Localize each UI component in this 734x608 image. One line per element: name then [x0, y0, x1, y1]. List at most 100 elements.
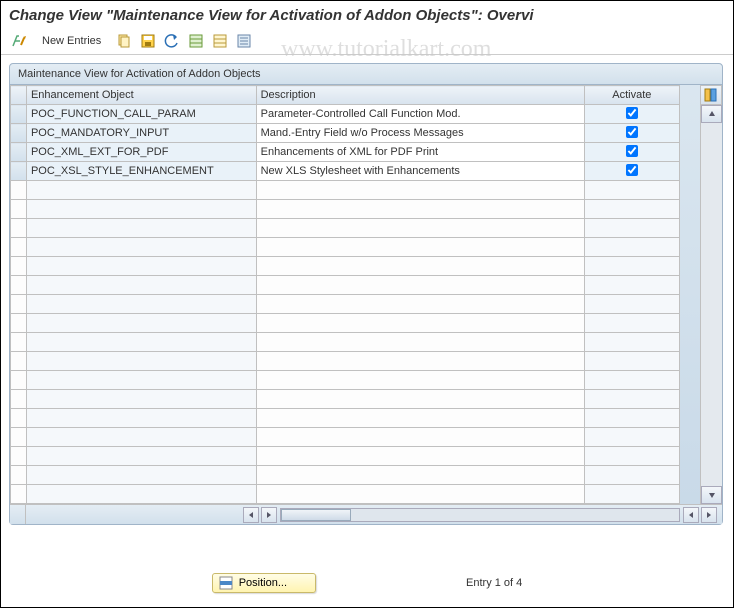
table-row[interactable] [11, 200, 680, 219]
table-row[interactable] [11, 447, 680, 466]
row-indicator[interactable] [11, 257, 27, 276]
cell-activate[interactable] [584, 200, 680, 219]
cell-description[interactable] [256, 181, 584, 200]
cell-activate[interactable] [584, 485, 680, 504]
select-all-icon[interactable] [186, 31, 206, 51]
cell-description[interactable] [256, 295, 584, 314]
scroll-up-icon[interactable] [701, 105, 722, 123]
table-row[interactable] [11, 485, 680, 504]
scroll-down-icon[interactable] [701, 486, 722, 504]
cell-description[interactable]: Parameter-Controlled Call Function Mod. [256, 105, 584, 124]
row-indicator[interactable] [11, 371, 27, 390]
table-row[interactable] [11, 352, 680, 371]
row-indicator[interactable] [11, 333, 27, 352]
row-indicator[interactable] [11, 181, 27, 200]
hscroll-left2-icon[interactable] [683, 507, 699, 523]
table-row[interactable] [11, 276, 680, 295]
table-settings-icon[interactable] [700, 85, 722, 105]
row-indicator[interactable] [11, 447, 27, 466]
cell-enhancement-object[interactable] [26, 181, 256, 200]
table-row[interactable] [11, 238, 680, 257]
row-indicator[interactable] [11, 485, 27, 504]
cell-enhancement-object[interactable]: POC_XML_EXT_FOR_PDF [26, 143, 256, 162]
cell-enhancement-object[interactable]: POC_XSL_STYLE_ENHANCEMENT [26, 162, 256, 181]
cell-activate[interactable] [584, 257, 680, 276]
row-indicator[interactable] [11, 409, 27, 428]
cell-description[interactable] [256, 409, 584, 428]
cell-description[interactable] [256, 219, 584, 238]
deselect-all-icon[interactable] [210, 31, 230, 51]
cell-enhancement-object[interactable] [26, 466, 256, 485]
cell-enhancement-object[interactable] [26, 257, 256, 276]
cell-activate[interactable] [584, 333, 680, 352]
row-indicator[interactable] [11, 276, 27, 295]
row-indicator[interactable] [11, 105, 27, 124]
row-indicator[interactable] [11, 200, 27, 219]
cell-description[interactable]: New XLS Stylesheet with Enhancements [256, 162, 584, 181]
cell-activate[interactable] [584, 143, 680, 162]
position-button[interactable]: Position... [212, 573, 316, 593]
row-indicator[interactable] [11, 390, 27, 409]
activate-checkbox[interactable] [626, 107, 638, 119]
row-indicator[interactable] [11, 428, 27, 447]
save-icon[interactable] [138, 31, 158, 51]
row-indicator[interactable] [11, 238, 27, 257]
cell-activate[interactable] [584, 390, 680, 409]
col-header-description[interactable]: Description [256, 86, 584, 105]
cell-enhancement-object[interactable] [26, 333, 256, 352]
cell-activate[interactable] [584, 447, 680, 466]
cell-enhancement-object[interactable] [26, 295, 256, 314]
cell-description[interactable] [256, 314, 584, 333]
cell-activate[interactable] [584, 219, 680, 238]
row-indicator[interactable] [11, 219, 27, 238]
table-row[interactable] [11, 219, 680, 238]
cell-description[interactable] [256, 200, 584, 219]
print-icon[interactable] [234, 31, 254, 51]
table-row[interactable] [11, 295, 680, 314]
table-row[interactable]: POC_XML_EXT_FOR_PDFEnhancements of XML f… [11, 143, 680, 162]
activate-checkbox[interactable] [626, 164, 638, 176]
table-row[interactable] [11, 257, 680, 276]
other-view-icon[interactable] [9, 31, 29, 51]
row-indicator[interactable] [11, 143, 27, 162]
cell-activate[interactable] [584, 181, 680, 200]
cell-enhancement-object[interactable] [26, 238, 256, 257]
cell-description[interactable] [256, 333, 584, 352]
cell-enhancement-object[interactable] [26, 276, 256, 295]
cell-description[interactable] [256, 352, 584, 371]
cell-activate[interactable] [584, 314, 680, 333]
table-row[interactable] [11, 466, 680, 485]
cell-enhancement-object[interactable]: POC_MANDATORY_INPUT [26, 124, 256, 143]
activate-checkbox[interactable] [626, 126, 638, 138]
activate-checkbox[interactable] [626, 145, 638, 157]
cell-description[interactable] [256, 238, 584, 257]
table-row[interactable] [11, 428, 680, 447]
cell-description[interactable] [256, 447, 584, 466]
cell-activate[interactable] [584, 276, 680, 295]
col-header-activate[interactable]: Activate [584, 86, 680, 105]
cell-enhancement-object[interactable] [26, 409, 256, 428]
cell-enhancement-object[interactable] [26, 485, 256, 504]
table-row[interactable] [11, 333, 680, 352]
cell-activate[interactable] [584, 371, 680, 390]
cell-activate[interactable] [584, 295, 680, 314]
table-row[interactable] [11, 371, 680, 390]
hscroll-left-icon[interactable] [243, 507, 259, 523]
cell-enhancement-object[interactable] [26, 352, 256, 371]
table-row[interactable] [11, 390, 680, 409]
hscroll-right2-icon[interactable] [701, 507, 717, 523]
cell-activate[interactable] [584, 124, 680, 143]
cell-description[interactable] [256, 257, 584, 276]
row-indicator[interactable] [11, 162, 27, 181]
copy-icon[interactable] [114, 31, 134, 51]
cell-description[interactable] [256, 428, 584, 447]
cell-activate[interactable] [584, 105, 680, 124]
cell-activate[interactable] [584, 162, 680, 181]
cell-description[interactable]: Mand.-Entry Field w/o Process Messages [256, 124, 584, 143]
row-indicator[interactable] [11, 314, 27, 333]
cell-enhancement-object[interactable]: POC_FUNCTION_CALL_PARAM [26, 105, 256, 124]
cell-description[interactable] [256, 390, 584, 409]
vertical-scrollbar[interactable] [700, 105, 722, 504]
cell-activate[interactable] [584, 409, 680, 428]
row-indicator[interactable] [11, 124, 27, 143]
